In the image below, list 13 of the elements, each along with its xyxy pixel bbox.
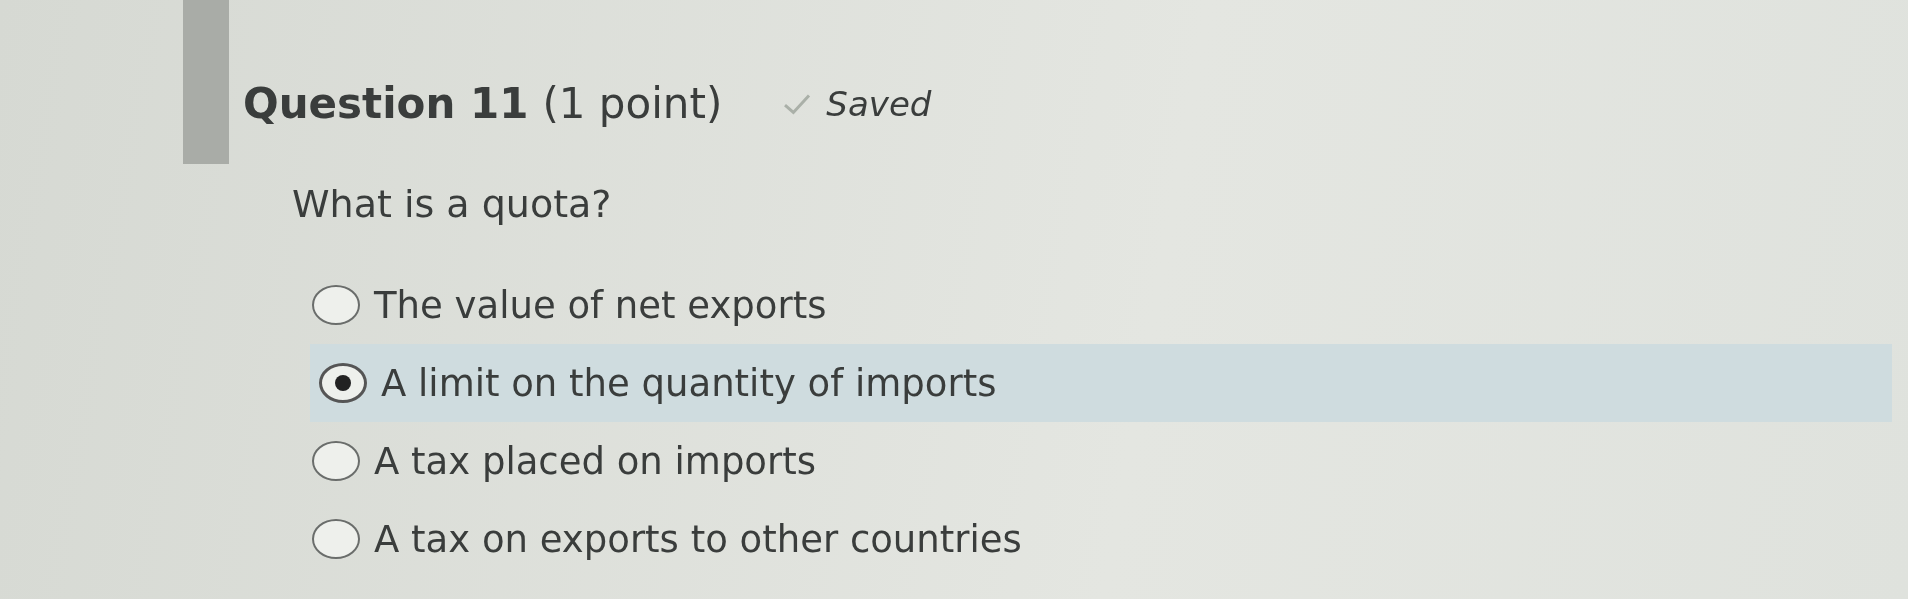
- saved-status: Saved: [826, 83, 932, 124]
- selected-option-row[interactable]: A limit on the quantity of imports: [310, 344, 1892, 422]
- option-label[interactable]: A tax placed on imports: [374, 439, 816, 483]
- question-prompt: What is a quota?: [292, 182, 613, 226]
- option-label[interactable]: The value of net exports: [374, 283, 827, 327]
- question-title: Question 11: [243, 79, 529, 128]
- radio-button[interactable]: [319, 363, 367, 403]
- radio-button[interactable]: [312, 441, 360, 481]
- question-points: (1 point): [542, 79, 723, 128]
- radio-button[interactable]: [312, 519, 360, 559]
- option-label[interactable]: A tax on exports to other countries: [374, 517, 1022, 561]
- radio-button[interactable]: [312, 285, 360, 325]
- option-label[interactable]: A limit on the quantity of imports: [381, 361, 997, 405]
